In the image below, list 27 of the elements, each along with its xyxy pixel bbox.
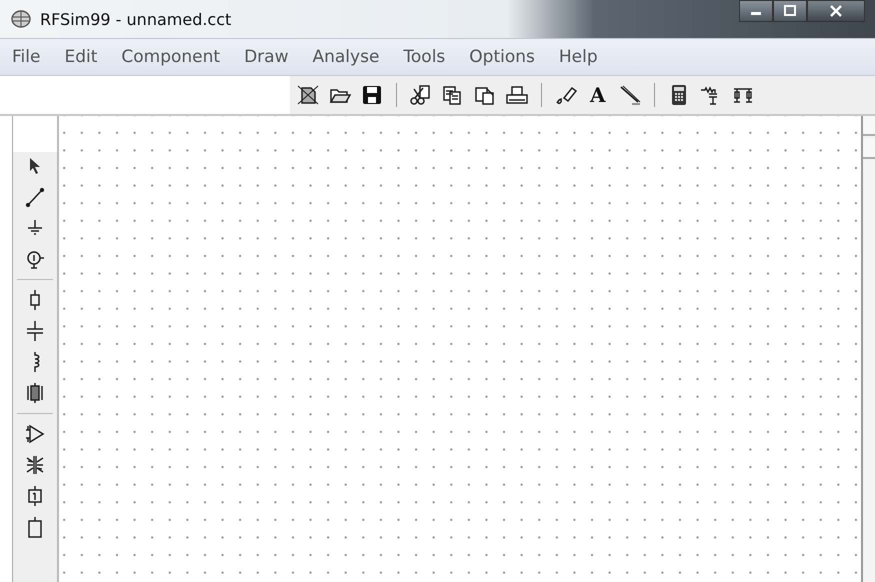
- menu-item[interactable]: Options: [469, 47, 535, 67]
- window-title: RFSim99 - unnamed.cct: [40, 10, 232, 28]
- new-file-icon[interactable]: [296, 84, 320, 106]
- menu-item[interactable]: Tools: [403, 47, 446, 67]
- menu-item[interactable]: Help: [558, 47, 598, 67]
- transformer-icon[interactable]: [25, 454, 45, 476]
- menu-item[interactable]: Draw: [244, 47, 288, 67]
- maximize-button[interactable]: [773, 0, 807, 22]
- app-icon: [10, 9, 32, 29]
- eraser-icon[interactable]: [554, 84, 578, 106]
- capacitor-icon[interactable]: [25, 320, 45, 342]
- close-icon: [829, 5, 843, 17]
- vertical-scrollbar[interactable]: [861, 116, 875, 582]
- printer-icon[interactable]: [505, 84, 529, 106]
- text-tool[interactable]: A: [586, 83, 610, 107]
- crystal-icon[interactable]: [25, 382, 45, 404]
- menu-item[interactable]: Analyse: [312, 47, 380, 67]
- wire-icon[interactable]: [25, 186, 45, 208]
- menu-item[interactable]: File: [12, 47, 40, 67]
- maximize-icon: [783, 5, 797, 17]
- amplifier-icon[interactable]: [25, 423, 45, 445]
- menu-item[interactable]: Edit: [64, 47, 98, 67]
- scissors-icon[interactable]: [409, 84, 433, 106]
- minimize-button[interactable]: [739, 0, 773, 22]
- close-button[interactable]: [807, 0, 865, 22]
- menu-item[interactable]: Component: [121, 47, 220, 67]
- pencil-icon[interactable]: [618, 84, 642, 106]
